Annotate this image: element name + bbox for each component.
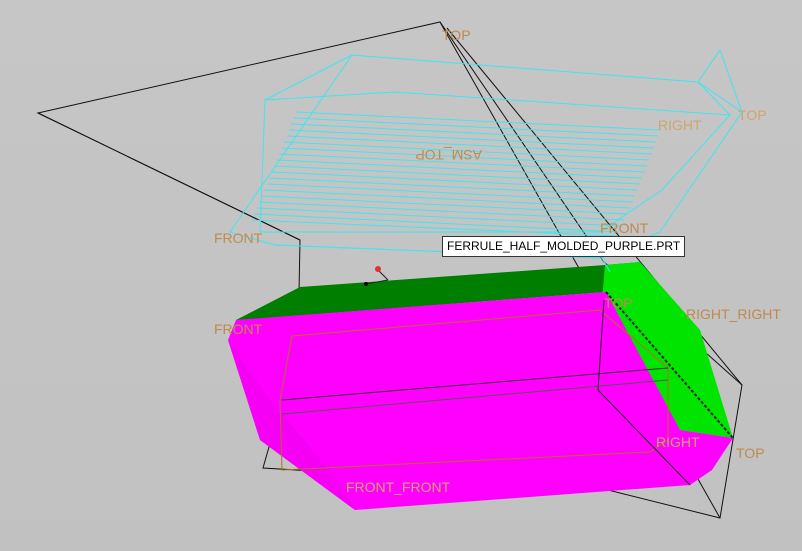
model-tooltip: FERRULE_HALF_MOLDED_PURPLE.PRT	[442, 236, 686, 257]
graphics-viewport[interactable]: TOP ASM_TOP RIGHT TOP FRONT FRONT TOP FR…	[0, 0, 802, 551]
wireframe-hatch	[251, 111, 661, 237]
datum-label-front-a[interactable]: FRONT	[214, 230, 263, 246]
model-scene[interactable]: TOP ASM_TOP RIGHT TOP FRONT FRONT TOP FR…	[0, 0, 802, 551]
datum-label-right-a[interactable]: RIGHT	[658, 117, 702, 133]
datum-label-top-c[interactable]: TOP	[604, 295, 633, 311]
datum-label-asm-top[interactable]: ASM_TOP	[415, 147, 482, 163]
datum-label-right-right[interactable]: RIGHT_RIGHT	[686, 306, 781, 322]
datum-label-front-c[interactable]: FRONT	[214, 321, 263, 337]
datum-label-top-b[interactable]: TOP	[738, 107, 767, 123]
datum-label-top-d[interactable]: TOP	[736, 445, 765, 461]
datum-label-top-a[interactable]: TOP	[442, 27, 471, 43]
datum-label-front-front[interactable]: FRONT_FRONT	[346, 479, 451, 495]
datum-label-right-b[interactable]: RIGHT	[656, 434, 700, 450]
datum-label-front-b[interactable]: FRONT	[600, 220, 649, 236]
